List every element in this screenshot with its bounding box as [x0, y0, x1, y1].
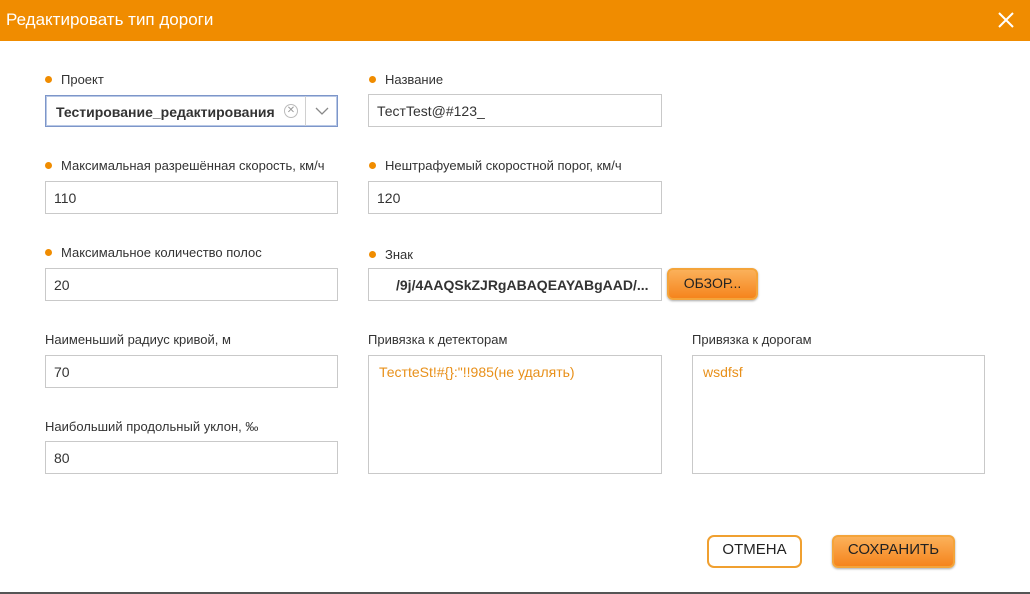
required-dot: [369, 162, 376, 169]
max-lanes-label: Максимальное количество полос: [45, 245, 262, 261]
sign-label: Знак: [369, 247, 413, 263]
max-slope-input[interactable]: 80: [45, 441, 338, 474]
detectors-textarea[interactable]: ТестteSt!#{}:"!!985(не удалять): [368, 355, 662, 474]
project-select[interactable]: Тестирование_редактирования ✕: [45, 95, 338, 127]
speed-threshold-label-text: Нештрафуемый скоростной порог, км/ч: [385, 158, 622, 173]
min-radius-input[interactable]: 70: [45, 355, 338, 388]
roads-textarea[interactable]: wsdfsf: [692, 355, 985, 474]
dialog-title: Редактировать тип дороги: [6, 10, 214, 29]
chevron-down-icon[interactable]: [314, 103, 330, 119]
roads-label: Привязка к дорогам: [692, 332, 812, 347]
required-dot: [45, 162, 52, 169]
name-label: Название: [369, 72, 443, 88]
required-dot: [369, 251, 376, 258]
speed-threshold-label: Нештрафуемый скоростной порог, км/ч: [369, 158, 622, 174]
browse-button[interactable]: ОБЗОР...: [667, 268, 758, 300]
name-label-text: Название: [385, 72, 444, 87]
clear-icon[interactable]: ✕: [284, 104, 298, 118]
min-radius-label: Наименьший радиус кривой, м: [45, 332, 231, 347]
cancel-button[interactable]: ОТМЕНА: [707, 535, 802, 568]
required-dot: [369, 76, 376, 83]
name-input[interactable]: ТестTest@#123_: [368, 94, 662, 127]
dialog-title-bar: Редактировать тип дороги: [0, 0, 1030, 41]
max-speed-label-text: Максимальная разрешённая скорость, км/ч: [61, 158, 325, 173]
sign-file-input[interactable]: /9j/4AAQSkZJRgABAQEAYABgAAD/...: [368, 268, 662, 301]
speed-threshold-input[interactable]: 120: [368, 181, 662, 214]
detectors-label: Привязка к детекторам: [368, 332, 508, 347]
required-dot: [45, 76, 52, 83]
close-icon[interactable]: [996, 10, 1016, 30]
max-lanes-input[interactable]: 20: [45, 268, 338, 301]
max-slope-label: Наибольший продольный уклон, ‰: [45, 419, 259, 434]
max-lanes-label-text: Максимальное количество полос: [61, 245, 262, 260]
project-select-value: Тестирование_редактирования: [56, 104, 275, 120]
sign-label-text: Знак: [385, 247, 413, 262]
project-label: Проект: [45, 72, 104, 88]
save-button[interactable]: СОХРАНИТЬ: [832, 535, 955, 568]
project-label-text: Проект: [61, 72, 104, 87]
required-dot: [45, 249, 52, 256]
select-divider: [305, 96, 306, 126]
max-speed-input[interactable]: 110: [45, 181, 338, 214]
max-speed-label: Максимальная разрешённая скорость, км/ч: [45, 158, 325, 174]
